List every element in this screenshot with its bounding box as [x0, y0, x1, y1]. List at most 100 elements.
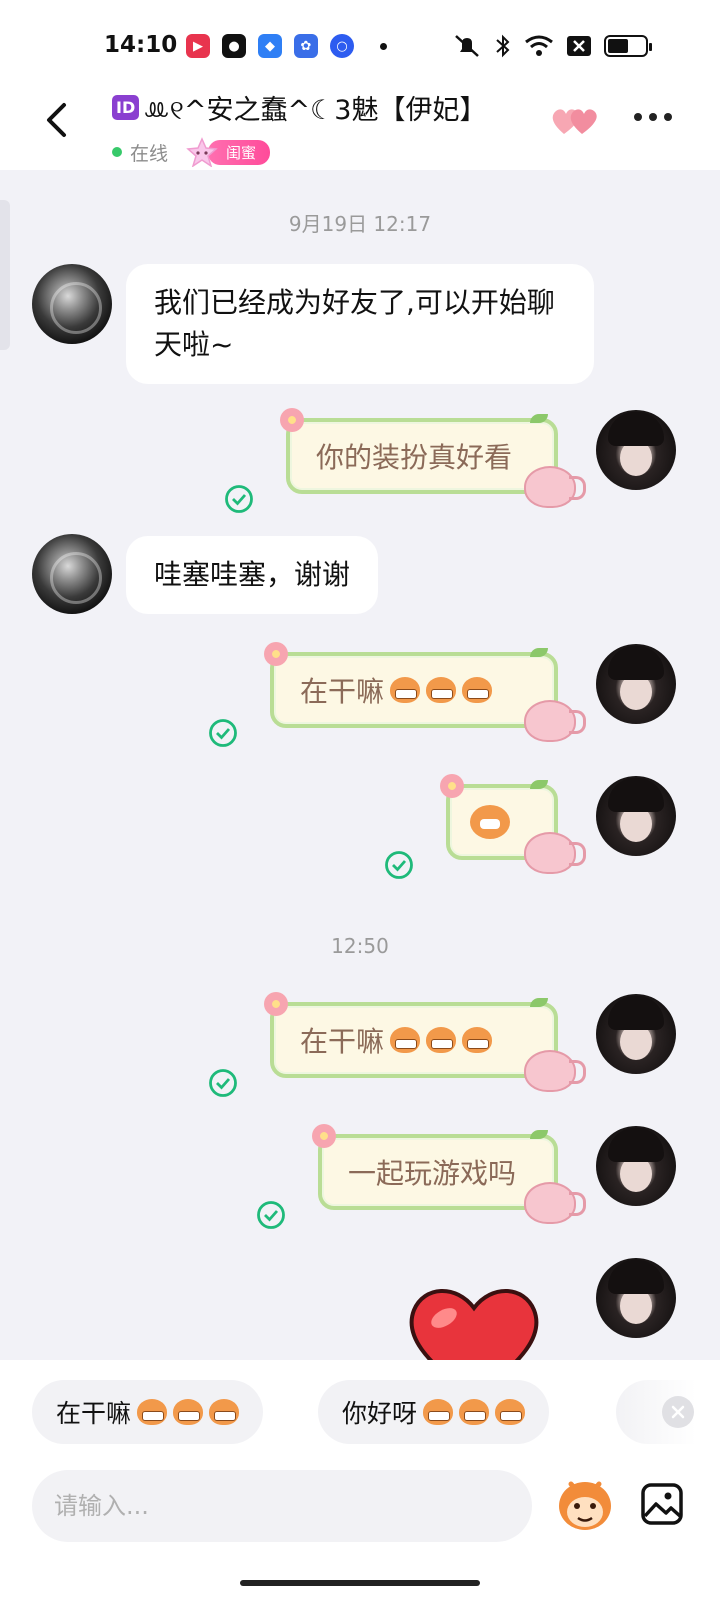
- wechat-icon: ●: [222, 34, 246, 58]
- more-notifications-dot: [380, 42, 387, 50]
- sent-message-text: 在干嘛: [300, 1025, 385, 1058]
- monkey-emoji-icon: [426, 1027, 457, 1053]
- my-avatar[interactable]: [596, 644, 676, 724]
- bluetooth-icon: [496, 34, 510, 58]
- star-icon: [186, 137, 218, 167]
- message-list[interactable]: 9月19日 12:17 我们已经成为好友了,可以开始聊天啦~ 你的装扮真好看 哇…: [0, 170, 720, 1360]
- video-app-icon: ▶: [186, 34, 210, 58]
- monkey-emoji-icon: [390, 677, 421, 703]
- sent-sticker-message[interactable]: [440, 774, 586, 874]
- monkey-emoji-icon: [459, 1399, 490, 1425]
- teapot-decoration-icon: [524, 832, 586, 874]
- teapot-decoration-icon: [524, 1182, 586, 1224]
- status-system-icons: [452, 33, 652, 59]
- teapot-decoration-icon: [524, 1050, 586, 1092]
- my-avatar[interactable]: [596, 1126, 676, 1206]
- leaf-decoration-icon: [530, 780, 548, 789]
- flower-decoration-icon: [312, 1124, 336, 1148]
- read-check-icon: [209, 719, 237, 747]
- online-status: 在线: [130, 142, 169, 165]
- sent-message-text: 一起玩游戏吗: [348, 1157, 517, 1190]
- contact-status-row: 在线 闺蜜: [112, 137, 486, 167]
- monkey-emoji-icon: [173, 1399, 204, 1425]
- my-avatar[interactable]: [596, 994, 676, 1074]
- contact-name-text: ꔛ୧^安之蠢^☾3魅【伊妃】: [143, 95, 487, 126]
- leaf-decoration-icon: [530, 648, 548, 657]
- timestamp: 9月19日 12:17: [288, 212, 432, 236]
- flower-decoration-icon: [264, 642, 288, 666]
- more-options-button[interactable]: [634, 102, 672, 132]
- received-message[interactable]: 哇塞哇塞，谢谢: [126, 536, 379, 614]
- dot-icon: [634, 113, 642, 121]
- sent-message[interactable]: 在干嘛: [264, 642, 586, 742]
- flower-decoration-icon: [264, 992, 288, 1016]
- dot-icon: [649, 113, 657, 121]
- monkey-emoji-icon: [423, 1399, 454, 1425]
- quick-reply-text: 在干嘛: [56, 1399, 132, 1428]
- monkey-emoji-button-icon[interactable]: [556, 1476, 614, 1532]
- received-message[interactable]: 我们已经成为好友了,可以开始聊天啦~: [126, 264, 594, 384]
- app-circle-icon: ○: [330, 34, 354, 58]
- contact-name: ID ꔛ୧^安之蠢^☾3魅【伊妃】: [112, 88, 486, 127]
- message-input[interactable]: [32, 1470, 532, 1542]
- my-avatar[interactable]: [596, 1258, 676, 1338]
- leaf-decoration-icon: [530, 998, 548, 1007]
- contact-avatar[interactable]: [32, 264, 112, 344]
- no-sim-icon: [567, 36, 591, 56]
- image-picker-icon[interactable]: [640, 1482, 684, 1526]
- home-indicator[interactable]: [240, 1580, 480, 1586]
- read-check-icon: [209, 1069, 237, 1097]
- id-badge-icon: ID: [112, 95, 140, 120]
- leaf-decoration-icon: [530, 414, 548, 423]
- wifi-icon: [525, 35, 553, 56]
- input-bar: [0, 1450, 720, 1600]
- contact-info[interactable]: ID ꔛ୧^安之蠢^☾3魅【伊妃】 在线 闺蜜: [112, 88, 486, 167]
- monkey-emoji-icon: [462, 677, 493, 703]
- mute-bell-icon: [455, 35, 479, 57]
- quick-reply-bar: 在干嘛 你好呀: [0, 1360, 720, 1450]
- browser-app-icon: ◆: [258, 34, 282, 58]
- back-button[interactable]: [36, 98, 76, 142]
- teapot-decoration-icon: [524, 700, 586, 742]
- monkey-emoji-icon: [137, 1399, 168, 1425]
- my-avatar[interactable]: [596, 410, 676, 490]
- close-icon: [671, 1405, 685, 1419]
- chevron-left-icon: [47, 103, 66, 137]
- battery-level: [608, 39, 628, 53]
- read-check-icon: [257, 1201, 285, 1229]
- status-time: 14:10: [104, 32, 178, 58]
- timestamp: 12:50: [331, 934, 389, 958]
- quick-reply-chip[interactable]: 在干嘛: [32, 1380, 264, 1444]
- sent-message[interactable]: 一起玩游戏吗: [312, 1124, 586, 1224]
- relationship-badge[interactable]: 闺蜜: [186, 137, 271, 167]
- sent-message[interactable]: 在干嘛: [264, 992, 586, 1092]
- status-bar: 14:10 ▶ ● ◆ ✿ ○: [0, 0, 720, 92]
- my-avatar[interactable]: [596, 776, 676, 856]
- battery-icon: [604, 35, 652, 57]
- sent-message[interactable]: 你的装扮真好看: [280, 408, 586, 508]
- leaf-decoration-icon: [530, 1130, 548, 1139]
- monkey-emoji-icon: [426, 677, 457, 703]
- read-check-icon: [225, 485, 253, 513]
- quick-reply-text: 你好呀: [342, 1399, 418, 1428]
- monkey-emoji-icon: [495, 1399, 526, 1425]
- monkey-emoji-icon: [462, 1027, 493, 1053]
- quick-reply-chip[interactable]: 你好呀: [318, 1380, 550, 1444]
- sent-message-text: 在干嘛: [300, 675, 385, 708]
- monkey-emoji-icon: [209, 1399, 240, 1425]
- dot-icon: [664, 113, 672, 121]
- intimacy-hearts-icon[interactable]: [550, 104, 600, 138]
- flower-decoration-icon: [440, 774, 464, 798]
- heart-sticker-icon[interactable]: [404, 1280, 544, 1360]
- close-quick-replies-button[interactable]: [662, 1396, 694, 1428]
- status-notification-icons: ▶ ● ◆ ✿ ○: [186, 34, 387, 58]
- online-dot-icon: [112, 147, 122, 157]
- chat-header: ID ꔛ୧^安之蠢^☾3魅【伊妃】 在线 闺蜜: [0, 80, 720, 170]
- monkey-sticker-icon: [470, 805, 510, 839]
- monkey-emoji-icon: [390, 1027, 421, 1053]
- flower-decoration-icon: [280, 408, 304, 432]
- sent-message-text: 你的装扮真好看: [316, 441, 513, 474]
- baidu-icon: ✿: [294, 34, 318, 58]
- contact-avatar[interactable]: [32, 534, 112, 614]
- read-check-icon: [385, 851, 413, 879]
